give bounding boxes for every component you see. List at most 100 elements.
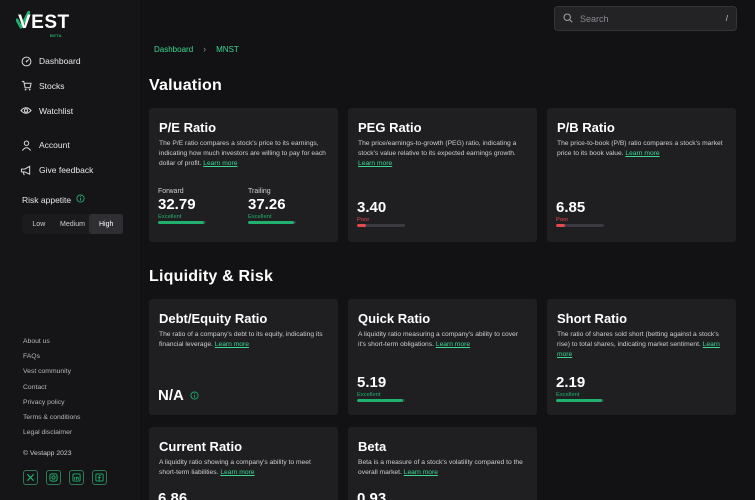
card-title: Quick Ratio (358, 311, 431, 326)
search-input[interactable] (580, 13, 710, 24)
footer-link-disclaimer[interactable]: Legal disclaimer (23, 429, 80, 444)
dashboard-icon (20, 55, 32, 67)
card-title: Debt/Equity Ratio (159, 311, 268, 326)
peg-ratio-card: PEG Ratio The price/earnings-to-growth (… (348, 108, 537, 242)
metric-value: 3.40 (357, 199, 387, 216)
beta-badge: BETA (50, 33, 62, 38)
metric-label: Trailing (248, 188, 271, 195)
card-title: Beta (358, 439, 387, 454)
megaphone-icon (20, 164, 32, 176)
footer-link-terms[interactable]: Terms & conditions (23, 414, 80, 429)
quick-ratio-metric: 5.19 Excellent (357, 375, 405, 402)
metric-value: N/A (158, 387, 184, 404)
description-text: The ratio of shares sold short (betting … (557, 331, 719, 349)
stocks-icon (20, 80, 32, 92)
rating-bar-fill (357, 399, 403, 402)
linkedin-icon[interactable] (69, 470, 84, 485)
rating-bar (248, 221, 296, 224)
beta-card: Beta Beta is a measure of a stock's vola… (348, 427, 537, 500)
pb-ratio-card: P/B Ratio The price-to-book (P/B) ratio … (547, 108, 736, 242)
description-text: The price/earnings-to-growth (PEG) ratio… (358, 140, 517, 158)
search-bar[interactable]: / (554, 6, 737, 31)
status-label: Poor (357, 217, 370, 223)
metric-value: 2.19 (556, 374, 586, 391)
current-ratio-card: Current Ratio A liquidity ratio showing … (149, 427, 338, 500)
nav-item-stocks[interactable]: Stocks (20, 77, 132, 95)
x-icon[interactable] (23, 470, 38, 485)
pe-ratio-card: P/E Ratio The P/E ratio compares a stock… (149, 108, 338, 242)
nav-item-label: Dashboard (39, 56, 81, 66)
card-description: The ratio of a company's debt to its equ… (159, 330, 328, 350)
learn-more-link[interactable]: Learn more (625, 150, 659, 157)
card-title: Current Ratio (159, 439, 243, 454)
copyright: © Vestapp 2023 (23, 450, 72, 457)
peg-metric: 3.40 Poor (357, 200, 405, 227)
search-shortcut: / (725, 14, 728, 23)
chevron-right-icon: › (203, 44, 207, 54)
card-description: The P/E ratio compares a stock's price t… (159, 139, 328, 170)
nav-item-label: Watchlist (39, 105, 74, 116)
watchlist-icon (20, 105, 32, 117)
nav-item-watchlist[interactable]: Watchlist (20, 102, 132, 120)
description-text: Beta is a measure of a stock's volatilit… (358, 459, 523, 477)
learn-more-link[interactable]: Learn more (404, 469, 438, 476)
status-label: Excellent (357, 392, 381, 398)
user-icon (20, 139, 32, 151)
rating-bar (357, 399, 405, 402)
vest-logo[interactable]: VEST BETA (8, 5, 69, 38)
nav-item-label: Account (39, 140, 70, 151)
metric-value: 37.26 (248, 196, 286, 213)
footer-link-contact[interactable]: Contact (23, 384, 80, 399)
breadcrumb: Dashboard › MNST (154, 44, 239, 54)
rating-bar-fill (556, 224, 565, 227)
info-icon[interactable] (76, 194, 85, 205)
breadcrumb-dashboard[interactable]: Dashboard (154, 45, 193, 54)
metric-value: 6.85 (556, 199, 586, 216)
nav-item-label: Give feedback (39, 165, 94, 176)
learn-more-link[interactable]: Learn more (203, 160, 237, 167)
metric-value: 6.86 (158, 490, 188, 500)
social-links (23, 470, 115, 485)
risk-option-high[interactable]: High (89, 214, 124, 234)
info-icon[interactable] (190, 387, 199, 404)
metric-label: Forward (158, 188, 184, 195)
nav-item-dashboard[interactable]: Dashboard (20, 52, 132, 70)
rating-bar-fill (357, 224, 366, 227)
current-ratio-metric: 6.86 (158, 491, 187, 500)
learn-more-link[interactable]: Learn more (220, 469, 254, 476)
status-label: Excellent (158, 214, 182, 220)
card-title: PEG Ratio (358, 120, 422, 135)
footer-link-about[interactable]: About us (23, 338, 80, 353)
facebook-icon[interactable] (92, 470, 107, 485)
card-description: A liquidity ratio measuring a company's … (358, 330, 527, 350)
main-nav: Dashboard Stocks Watchlist Account Give (20, 52, 132, 186)
section-title-valuation: Valuation (149, 77, 222, 94)
breadcrumb-ticker[interactable]: MNST (216, 45, 239, 54)
footer-link-privacy[interactable]: Privacy policy (23, 399, 80, 414)
learn-more-link[interactable]: Learn more (358, 160, 392, 167)
risk-option-medium[interactable]: Medium (56, 214, 90, 234)
footer-link-faqs[interactable]: FAQs (23, 353, 80, 368)
quick-ratio-card: Quick Ratio A liquidity ratio measuring … (348, 299, 537, 415)
pe-trailing-metric: Trailing 37.26 Excellent (248, 188, 296, 224)
nav-item-feedback[interactable]: Give feedback (20, 161, 132, 179)
risk-option-low[interactable]: Low (22, 214, 56, 234)
status-label: Excellent (248, 214, 272, 220)
instagram-icon[interactable] (46, 470, 61, 485)
learn-more-link[interactable]: Learn more (436, 341, 470, 348)
card-description: Beta is a measure of a stock's volatilit… (358, 458, 527, 478)
learn-more-link[interactable]: Learn more (215, 341, 249, 348)
card-description: A liquidity ratio showing a company's ab… (159, 458, 328, 478)
card-title: P/E Ratio (159, 120, 217, 135)
card-description: The price/earnings-to-growth (PEG) ratio… (358, 139, 527, 170)
footer-link-community[interactable]: Vest community (23, 368, 80, 383)
status-label: Excellent (556, 392, 580, 398)
search-icon (563, 10, 573, 28)
card-description: The price-to-book (P/B) ratio compares a… (557, 139, 726, 159)
metric-value: 32.79 (158, 196, 196, 213)
nav-item-account[interactable]: Account (20, 136, 132, 154)
nav-item-label: Stocks (39, 80, 65, 91)
rating-bar (357, 224, 405, 227)
status-label: Poor (556, 217, 569, 223)
sidebar: VEST BETA Dashboard Stocks Watchlist Acc… (0, 0, 140, 500)
